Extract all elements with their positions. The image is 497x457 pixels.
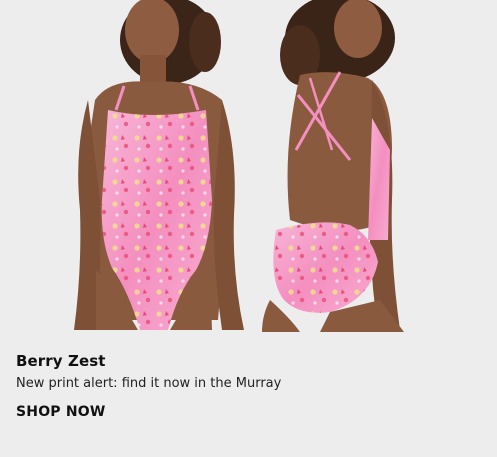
- product-subtitle: New print alert: find it now in the Murr…: [16, 376, 282, 391]
- product-info: Berry Zest New print alert: find it now …: [16, 352, 481, 420]
- product-card[interactable]: Berry Zest New print alert: find it now …: [0, 0, 497, 457]
- shop-now-link[interactable]: SHOP NOW: [16, 404, 106, 420]
- product-title[interactable]: Berry Zest: [16, 352, 481, 370]
- product-image[interactable]: [0, 0, 497, 332]
